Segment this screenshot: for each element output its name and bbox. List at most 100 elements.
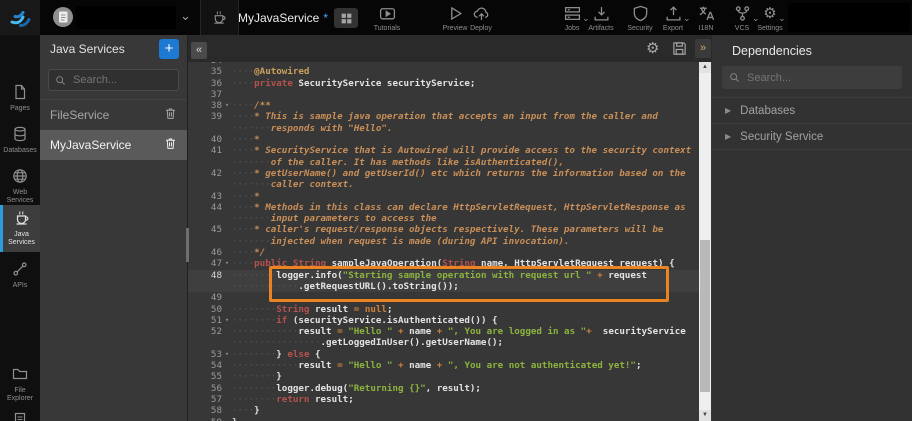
dependencies-title: Dependencies: [732, 44, 812, 58]
code-line-wrap: ·······caller context.: [188, 179, 699, 190]
code-line-36: 36····private SecurityService securitySe…: [188, 78, 699, 89]
line-number: 45: [188, 224, 222, 235]
deploy-button[interactable]: Deploy: [458, 5, 504, 32]
line-number: 40: [188, 134, 222, 145]
delete-trash-icon[interactable]: [164, 107, 177, 123]
expand-panel-button[interactable]: »: [695, 39, 711, 58]
service-item-myjavaservice[interactable]: MyJavaService: [40, 130, 187, 160]
sidebar-item-databases[interactable]: Databases: [0, 121, 40, 155]
sidebar-item-web-services[interactable]: Web Services: [0, 163, 40, 204]
line-number: 37: [188, 89, 222, 100]
artifacts-label: Artifacts: [588, 25, 613, 32]
search-icon: [729, 72, 740, 83]
sidebar-item-logs[interactable]: Logs: [0, 407, 40, 421]
line-number: 42: [188, 168, 222, 179]
tutorials-label: Tutorials: [374, 25, 401, 32]
project-icon[interactable]: [52, 6, 74, 28]
dashboard-grid-button[interactable]: [334, 8, 358, 28]
editor-left-scroll-thumb[interactable]: [186, 228, 189, 262]
databases-icon: [12, 126, 28, 144]
code-area[interactable]: 3435····@Autowired36····private Security…: [188, 62, 699, 421]
fold-gutter: [222, 111, 232, 122]
fold-gutter: [222, 89, 232, 100]
panel-title: Java Services: [50, 42, 159, 56]
fold-toggle-icon[interactable]: ▾: [222, 258, 232, 269]
code-text: ·······of the caller. It has methods lik…: [232, 157, 699, 168]
code-text: ····*: [232, 134, 699, 145]
settings-chevron-down-icon[interactable]: ⌄: [778, 13, 786, 24]
code-line-52: 52············result = "Hello " + name +…: [188, 326, 699, 337]
pages-label: Pages: [2, 105, 38, 113]
collapse-panel-button[interactable]: «: [191, 42, 207, 59]
code-line-42: 42····* getUserName() and getUserId() et…: [188, 168, 699, 179]
top-header: ⌄ MyJavaService * TutorialsPreviewDeploy…: [0, 0, 912, 35]
code-line-38: 38▾····/**: [188, 100, 699, 111]
floppy-save-icon: [672, 41, 687, 56]
tab-myjavaservice[interactable]: MyJavaService *: [238, 0, 332, 35]
file-explorer-label: File Explorer: [2, 387, 38, 402]
line-number: 47: [188, 258, 222, 269]
fold-gutter: [222, 394, 232, 405]
dependency-item-security-service[interactable]: ▶ Security Service: [712, 124, 912, 150]
fold-gutter: [222, 383, 232, 394]
code-line-53: 53▾········} else {: [188, 349, 699, 360]
fold-gutter: [222, 134, 232, 145]
dependency-item-databases[interactable]: ▶Databases: [712, 97, 912, 124]
line-number: [188, 236, 222, 247]
scroll-up-arrow[interactable]: ▲: [699, 62, 711, 73]
code-text: ········logger.debug("Returning {}", res…: [232, 383, 699, 394]
code-line-35: 35····@Autowired: [188, 66, 699, 77]
code-line-51: 51▾········if (securityService.isAuthent…: [188, 315, 699, 326]
code-line-wrap: ·······of the caller. It has methods lik…: [188, 157, 699, 168]
delete-trash-icon[interactable]: [164, 137, 177, 153]
editor-settings-gear-icon[interactable]: ⚙: [646, 39, 659, 57]
sidebar-item-pages[interactable]: Pages: [0, 79, 40, 113]
line-number: 55: [188, 371, 222, 382]
java-services-label: Java Services: [4, 231, 40, 246]
app-logo[interactable]: [0, 0, 40, 35]
service-search-input[interactable]: [71, 73, 172, 87]
code-text: ····*/: [232, 247, 699, 258]
code-text: ············.getRequestURL().toString())…: [232, 281, 699, 292]
file-explorer-icon: [12, 366, 28, 384]
expand-arrow-icon[interactable]: ▶: [725, 132, 731, 141]
tutorials-button[interactable]: Tutorials: [364, 5, 410, 32]
line-number: [188, 123, 222, 134]
sidebar-item-apis[interactable]: APIs: [0, 256, 40, 290]
line-number: 46: [188, 247, 222, 258]
expand-arrow-icon[interactable]: ▶: [725, 106, 731, 115]
line-number: [188, 213, 222, 224]
sidebar-item-java-services[interactable]: Java Services: [0, 205, 40, 252]
scroll-down-arrow[interactable]: ▼: [699, 410, 711, 421]
databases-label: Databases: [2, 147, 38, 155]
dependencies-search-input[interactable]: [745, 71, 895, 85]
fold-toggle-icon[interactable]: ▾: [222, 100, 232, 111]
save-button[interactable]: [672, 41, 687, 61]
settings-button[interactable]: ⚙⌄Settings: [747, 5, 793, 32]
line-number: 52: [188, 326, 222, 337]
fold-gutter: [222, 292, 232, 303]
add-service-button[interactable]: +: [159, 39, 179, 59]
scrollbar-thumb[interactable]: [700, 240, 710, 392]
grid-icon: [340, 12, 353, 25]
editor-vertical-scrollbar[interactable]: ▲ ▼: [699, 62, 711, 421]
dependency-label: Security Service: [740, 131, 823, 143]
service-item-fileservice[interactable]: FileService: [40, 100, 187, 130]
fold-toggle-icon[interactable]: ▾: [222, 349, 232, 360]
unsaved-indicator: *: [323, 11, 328, 25]
sidebar-item-file-explorer[interactable]: File Explorer: [0, 361, 40, 402]
java-service-tab-icon[interactable]: [200, 0, 239, 35]
fold-gutter: [222, 191, 232, 202]
dependencies-search-box[interactable]: [722, 66, 902, 89]
export-icon: ⌄: [665, 5, 682, 22]
line-number: [188, 157, 222, 168]
code-line-40: 40 ····*: [188, 134, 699, 145]
tutorials-icon: [379, 5, 396, 22]
fold-toggle-icon[interactable]: ▾: [222, 315, 232, 326]
code-text: ·······injected when request is made (du…: [232, 236, 699, 247]
left-icon-rail: Pages Databases Web Services Java Services A…: [0, 35, 40, 421]
line-number: 58: [188, 405, 222, 416]
code-text: ········} else {: [232, 349, 699, 360]
service-search-box[interactable]: [48, 69, 179, 91]
project-chevron-down-icon[interactable]: ⌄: [180, 8, 191, 24]
